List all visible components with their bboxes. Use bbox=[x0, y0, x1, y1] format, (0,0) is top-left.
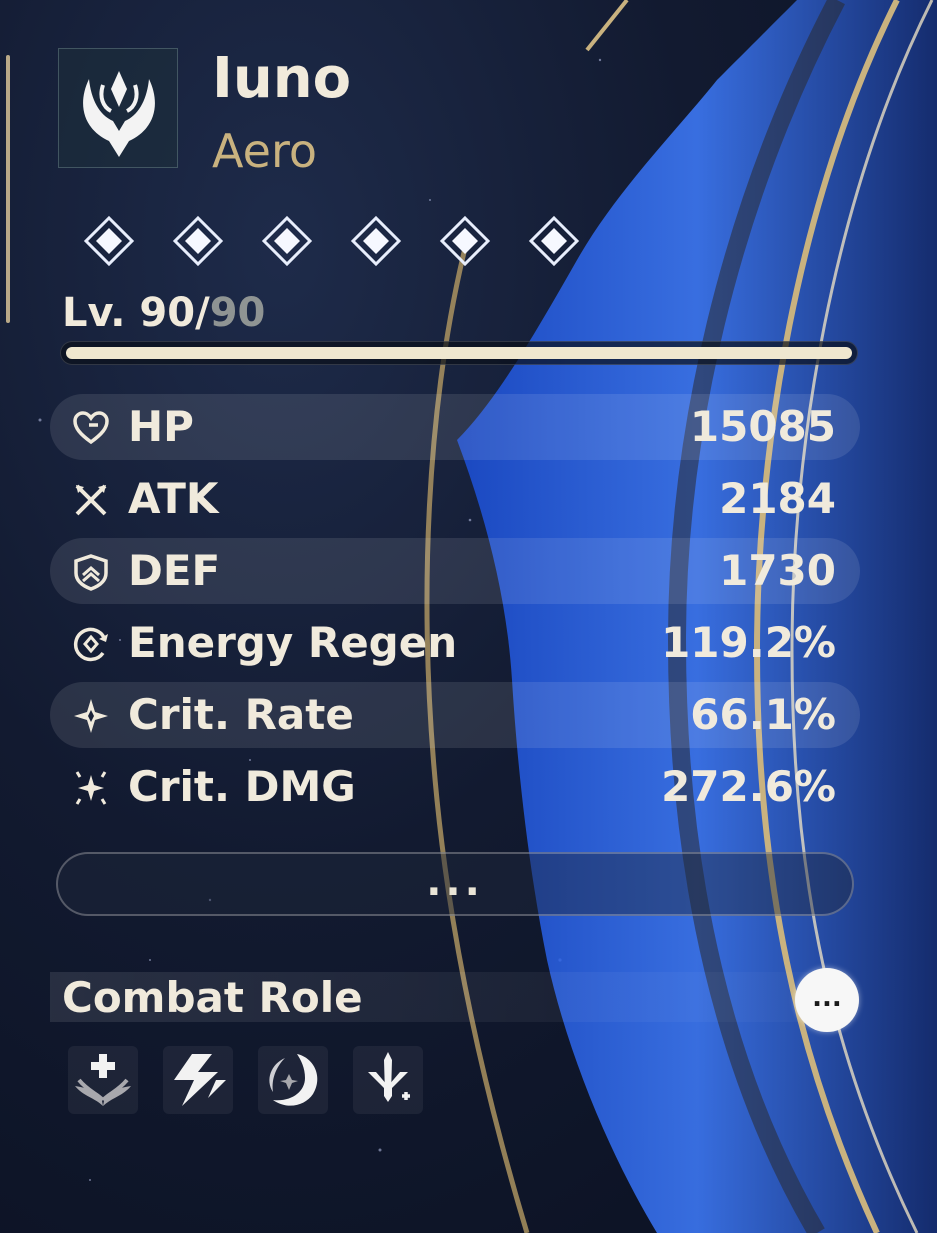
stat-row-crit-rate[interactable]: Crit. Rate 66.1% bbox=[50, 682, 860, 748]
multi-sparkle-icon bbox=[75, 771, 107, 805]
stat-label: ATK bbox=[128, 474, 219, 523]
combat-role-sword-buff[interactable] bbox=[353, 1046, 423, 1114]
level-indicator: Lv. 90/90 bbox=[62, 288, 265, 338]
crescent-swirl-icon bbox=[269, 1054, 318, 1106]
level-progress-fill bbox=[66, 347, 852, 359]
stat-label: Crit. Rate bbox=[128, 690, 354, 739]
stat-value: 1730 bbox=[719, 546, 836, 595]
combat-role-burst[interactable] bbox=[163, 1046, 233, 1114]
stat-label: Crit. DMG bbox=[128, 762, 356, 811]
combat-role-title: Combat Role bbox=[62, 973, 363, 1022]
shield-icon bbox=[74, 554, 108, 591]
more-stats-label: ... bbox=[426, 859, 484, 905]
crossed-swords-icon bbox=[75, 484, 107, 516]
level-separator: / bbox=[195, 290, 210, 336]
sparkle-icon bbox=[74, 699, 108, 733]
stat-value: 2184 bbox=[719, 474, 836, 523]
sequence-node-1-icon[interactable] bbox=[82, 214, 136, 268]
character-emblem bbox=[58, 48, 178, 168]
stat-row-hp[interactable]: HP 15085 bbox=[50, 394, 860, 460]
stat-value: 15085 bbox=[689, 402, 836, 451]
level-max: 90 bbox=[209, 290, 266, 336]
stat-row-crit-dmg[interactable]: Crit. DMG 272.6% bbox=[50, 754, 860, 820]
stat-label: HP bbox=[128, 402, 194, 451]
level-progress-bar bbox=[60, 341, 858, 365]
healing-wings-icon bbox=[75, 1054, 131, 1106]
sequence-node-3-icon[interactable] bbox=[260, 214, 314, 268]
combat-role-support[interactable] bbox=[258, 1046, 328, 1114]
character-stats-panel: Iuno Aero Lv. 90/90 HP 15085 ATK 2184 DE… bbox=[0, 0, 937, 1233]
stat-label: Energy Regen bbox=[128, 618, 458, 667]
lightning-burst-icon bbox=[174, 1054, 226, 1106]
sequence-node-6-icon[interactable] bbox=[527, 214, 581, 268]
stat-value: 119.2% bbox=[661, 618, 836, 667]
sword-plus-icon bbox=[368, 1052, 410, 1102]
energy-cycle-icon bbox=[73, 627, 108, 662]
combat-role-healing[interactable] bbox=[68, 1046, 138, 1114]
sequence-node-4-icon[interactable] bbox=[349, 214, 403, 268]
level-current: 90 bbox=[139, 290, 196, 336]
sequence-node-5-icon[interactable] bbox=[438, 214, 492, 268]
character-name: Iuno bbox=[212, 46, 352, 111]
heart-hp-icon bbox=[73, 411, 109, 445]
level-prefix: Lv. bbox=[62, 290, 140, 336]
more-stats-button[interactable]: ... bbox=[56, 852, 854, 916]
combat-role-more-button[interactable]: ... bbox=[795, 968, 859, 1032]
stat-value: 272.6% bbox=[661, 762, 836, 811]
stat-label: DEF bbox=[128, 546, 221, 595]
stat-value: 66.1% bbox=[690, 690, 836, 739]
aero-emblem-icon bbox=[83, 71, 155, 157]
stat-row-atk[interactable]: ATK 2184 bbox=[50, 466, 860, 532]
sequence-node-2-icon[interactable] bbox=[171, 214, 225, 268]
stat-row-energy-regen[interactable]: Energy Regen 119.2% bbox=[50, 610, 860, 676]
character-element: Aero bbox=[212, 124, 318, 178]
combat-role-more-label: ... bbox=[812, 983, 842, 1013]
stat-row-def[interactable]: DEF 1730 bbox=[50, 538, 860, 604]
